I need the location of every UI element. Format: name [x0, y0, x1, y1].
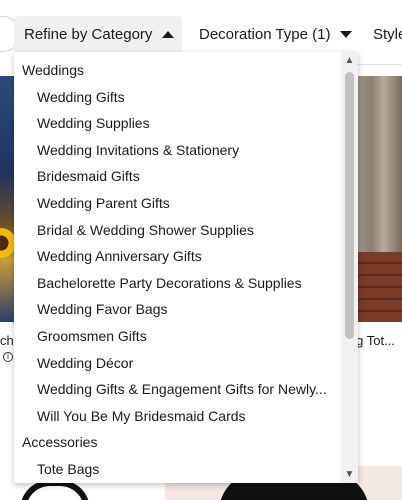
filter-label: Decoration Type (1)	[199, 25, 331, 43]
decoration-type-filter[interactable]: Decoration Type (1)	[199, 16, 353, 52]
product-card-image-right[interactable]	[356, 76, 402, 322]
list-item[interactable]: Tote Bags	[14, 456, 340, 483]
scroll-up-arrow-icon[interactable]: ▲	[344, 55, 355, 66]
list-item[interactable]: Wedding Parent Gifts	[14, 190, 340, 217]
caret-up-icon	[162, 30, 175, 38]
category-list: Weddings Wedding Gifts Wedding Supplies …	[14, 52, 340, 483]
brick-ground-graphic	[356, 252, 402, 322]
info-icon[interactable]: i	[3, 352, 13, 362]
category-dropdown[interactable]: Weddings Wedding Gifts Wedding Supplies …	[14, 52, 358, 483]
scrollbar-thumb[interactable]	[345, 72, 354, 339]
bag-handle-graphic	[20, 480, 90, 500]
style-filter[interactable]: Style	[373, 16, 402, 52]
group-label-accessories: Accessories	[22, 434, 98, 451]
list-item[interactable]: Groomsmen Gifts	[14, 323, 340, 350]
divider	[356, 64, 402, 65]
list-item[interactable]: Wedding Décor	[14, 350, 340, 377]
list-item[interactable]: Will You Be My Bridesmaid Cards	[14, 403, 340, 430]
dropdown-scrollbar[interactable]: ▲ ▼	[341, 52, 358, 483]
caret-down-icon	[340, 30, 353, 38]
list-item[interactable]: Bachelorette Party Decorations & Supplie…	[14, 270, 340, 297]
list-item[interactable]: Wedding Gifts & Engagement Gifts for New…	[14, 376, 340, 403]
filter-label: Style	[373, 25, 402, 43]
list-item[interactable]: Bridal & Wedding Shower Supplies	[14, 217, 340, 244]
list-item[interactable]: Wedding Supplies	[14, 110, 340, 137]
scroll-down-arrow-icon[interactable]: ▼	[344, 469, 355, 480]
list-item[interactable]: Wedding Gifts	[14, 84, 340, 111]
list-item[interactable]: Bridesmaid Gifts	[14, 163, 340, 190]
list-item[interactable]: Wedding Invitations & Stationery	[14, 137, 340, 164]
group-label-weddings: Weddings	[22, 62, 85, 78]
refine-by-category-filter[interactable]: Refine by Category	[14, 16, 182, 52]
list-item[interactable]: Wedding Anniversary Gifts	[14, 243, 340, 270]
filter-label: Refine by Category	[24, 25, 153, 43]
list-item[interactable]: Wedding Favor Bags	[14, 296, 340, 323]
